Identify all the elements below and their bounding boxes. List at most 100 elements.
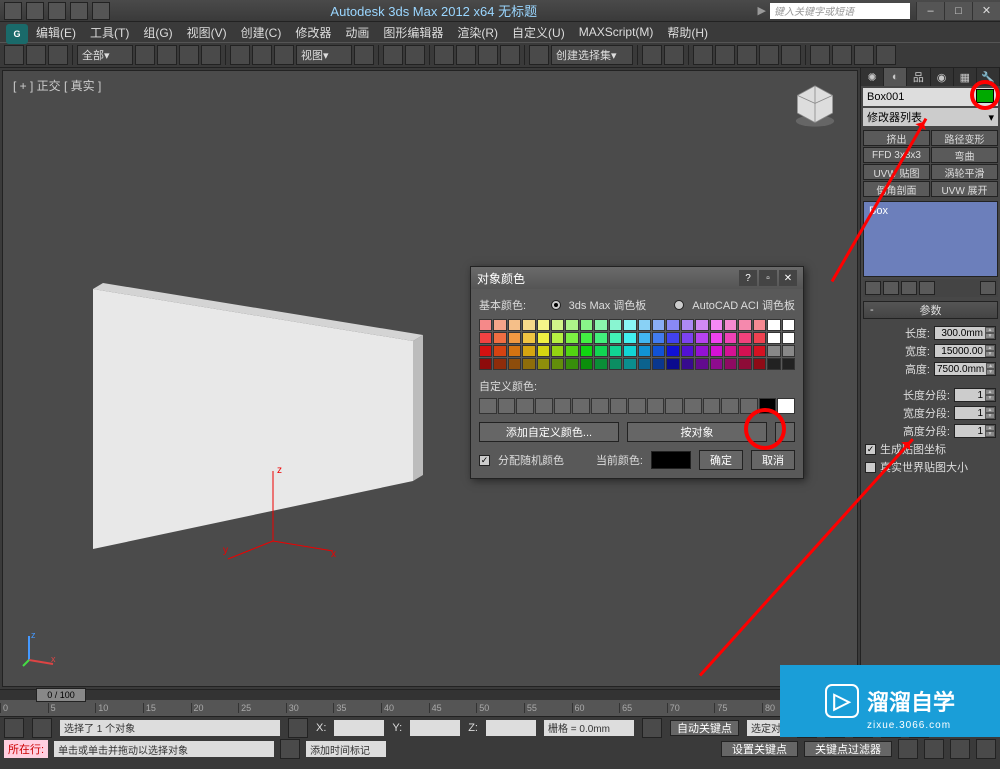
palette-swatch[interactable] bbox=[738, 319, 751, 331]
x-field[interactable] bbox=[334, 720, 384, 736]
palette-swatch[interactable] bbox=[652, 319, 665, 331]
custom-swatch[interactable] bbox=[759, 398, 777, 414]
window-cross-icon[interactable] bbox=[201, 45, 221, 65]
refcoord-dropdown[interactable]: 视图 ▾ bbox=[296, 45, 352, 65]
palette-swatch[interactable] bbox=[580, 319, 593, 331]
render-setup-icon[interactable] bbox=[810, 45, 830, 65]
palette-swatch[interactable] bbox=[609, 358, 622, 370]
custom-swatch[interactable] bbox=[665, 398, 683, 414]
time-slider-handle[interactable]: 0 / 100 bbox=[36, 688, 86, 702]
palette-swatch[interactable] bbox=[767, 319, 780, 331]
nav-zoom-icon[interactable] bbox=[924, 739, 944, 759]
palette-swatch[interactable] bbox=[508, 358, 521, 370]
current-color-swatch[interactable] bbox=[651, 451, 691, 469]
palette-swatch[interactable] bbox=[623, 345, 636, 357]
palette-swatch[interactable] bbox=[522, 319, 535, 331]
palette-swatch[interactable] bbox=[753, 358, 766, 370]
modifier-list-dropdown[interactable]: 修改器列表▾ bbox=[863, 108, 998, 126]
viewport-label[interactable]: [ + ] 正交 [ 真实 ] bbox=[13, 77, 101, 94]
custom-swatch[interactable] bbox=[721, 398, 739, 414]
palette-swatch[interactable] bbox=[479, 319, 492, 331]
rotate-icon[interactable] bbox=[252, 45, 272, 65]
palette-swatch[interactable] bbox=[710, 319, 723, 331]
named-sel-icon[interactable] bbox=[529, 45, 549, 65]
open-icon[interactable] bbox=[26, 2, 44, 20]
palette-swatch[interactable] bbox=[753, 319, 766, 331]
palette-swatch[interactable] bbox=[493, 319, 506, 331]
keyfilter-button[interactable]: 关键点过滤器 bbox=[804, 741, 892, 757]
palette-swatch[interactable] bbox=[710, 345, 723, 357]
palette-swatch[interactable] bbox=[724, 358, 737, 370]
palette-swatch[interactable] bbox=[710, 358, 723, 370]
random-color-checkbox[interactable]: ✓ bbox=[479, 455, 490, 466]
cancel-button[interactable]: 取消 bbox=[751, 450, 795, 470]
palette-swatch[interactable] bbox=[565, 332, 578, 344]
palette-swatch[interactable] bbox=[695, 319, 708, 331]
select-name-icon[interactable] bbox=[157, 45, 177, 65]
nav-orbit-icon[interactable] bbox=[950, 739, 970, 759]
palette-swatch[interactable] bbox=[738, 345, 751, 357]
palette-swatch[interactable] bbox=[609, 332, 622, 344]
menu-tools[interactable]: 工具(T) bbox=[90, 24, 129, 41]
palette-swatch[interactable] bbox=[753, 332, 766, 344]
move-icon[interactable] bbox=[230, 45, 250, 65]
custom-swatch[interactable] bbox=[516, 398, 534, 414]
palette-swatch[interactable] bbox=[652, 332, 665, 344]
menu-animation[interactable]: 动画 bbox=[345, 24, 369, 41]
curve-editor-icon[interactable] bbox=[737, 45, 757, 65]
palette-swatch[interactable] bbox=[738, 358, 751, 370]
link-icon[interactable] bbox=[4, 45, 24, 65]
minimize-button[interactable]: – bbox=[916, 2, 944, 20]
pin-stack-icon[interactable] bbox=[865, 281, 881, 295]
palette-swatch[interactable] bbox=[609, 319, 622, 331]
params-rollout-header[interactable]: 参数 bbox=[863, 301, 998, 319]
menu-maxscript[interactable]: MAXScript(M) bbox=[579, 25, 654, 39]
app-icon[interactable]: G bbox=[6, 24, 28, 44]
custom-swatch[interactable] bbox=[554, 398, 572, 414]
script-icon[interactable] bbox=[280, 739, 300, 759]
render-frame-icon[interactable] bbox=[832, 45, 852, 65]
palette-swatch[interactable] bbox=[594, 345, 607, 357]
palette-swatch[interactable] bbox=[638, 319, 651, 331]
align-icon[interactable] bbox=[664, 45, 684, 65]
schematic-icon[interactable] bbox=[759, 45, 779, 65]
palette-swatch[interactable] bbox=[493, 332, 506, 344]
motion-tab[interactable]: ◉ bbox=[931, 68, 954, 86]
palette-swatch[interactable] bbox=[565, 319, 578, 331]
keymode-icon[interactable] bbox=[405, 45, 425, 65]
modifier-stack[interactable]: Box bbox=[863, 201, 998, 277]
ok-button[interactable]: 确定 bbox=[699, 450, 743, 470]
mod-turbosmooth[interactable]: 涡轮平滑 bbox=[931, 164, 998, 180]
palette-swatch[interactable] bbox=[767, 345, 780, 357]
palette-swatch[interactable] bbox=[537, 358, 550, 370]
palette-swatch[interactable] bbox=[537, 332, 550, 344]
palette-swatch[interactable] bbox=[551, 358, 564, 370]
maximize-button[interactable]: □ bbox=[944, 2, 972, 20]
palette-swatch[interactable] bbox=[537, 319, 550, 331]
palette-swatch[interactable] bbox=[782, 345, 795, 357]
menu-group[interactable]: 组(G) bbox=[143, 24, 172, 41]
display-tab[interactable]: ▦ bbox=[954, 68, 977, 86]
add-custom-color-button[interactable]: 添加自定义颜色... bbox=[479, 422, 619, 442]
palette-swatch[interactable] bbox=[522, 332, 535, 344]
palette-swatch[interactable] bbox=[479, 345, 492, 357]
bind-icon[interactable] bbox=[48, 45, 68, 65]
unique-icon[interactable] bbox=[901, 281, 917, 295]
named-sel-dropdown[interactable]: 创建选择集 ▾ bbox=[551, 45, 633, 65]
redo-icon[interactable] bbox=[92, 2, 110, 20]
menu-render[interactable]: 渲染(R) bbox=[457, 24, 498, 41]
palette-swatch[interactable] bbox=[508, 319, 521, 331]
palette-swatch[interactable] bbox=[522, 358, 535, 370]
pivot-icon[interactable] bbox=[354, 45, 374, 65]
palette-swatch[interactable] bbox=[767, 358, 780, 370]
palette-swatch[interactable] bbox=[551, 345, 564, 357]
custom-swatch[interactable] bbox=[703, 398, 721, 414]
palette-swatch[interactable] bbox=[580, 332, 593, 344]
palette-swatch[interactable] bbox=[681, 319, 694, 331]
graphite-icon[interactable] bbox=[715, 45, 735, 65]
palette-swatch[interactable] bbox=[565, 345, 578, 357]
menu-help[interactable]: 帮助(H) bbox=[667, 24, 708, 41]
mod-ffd[interactable]: FFD 3x3x3 bbox=[863, 147, 930, 163]
custom-swatch[interactable] bbox=[572, 398, 590, 414]
palette-swatch[interactable] bbox=[695, 358, 708, 370]
